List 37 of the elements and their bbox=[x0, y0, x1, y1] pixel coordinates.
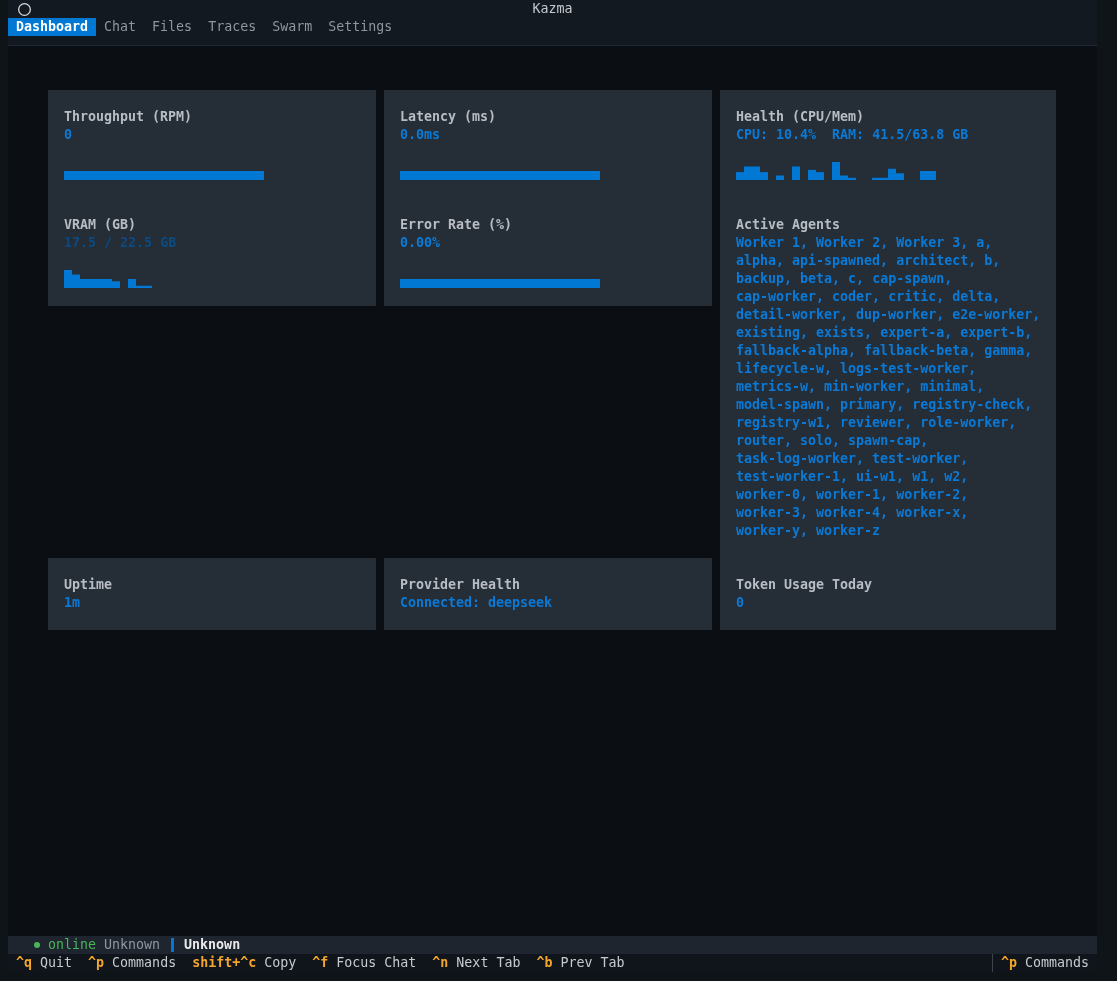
metric-value: 1m bbox=[64, 594, 81, 612]
status-label: Unknown bbox=[184, 936, 241, 954]
metric-label: Uptime bbox=[64, 576, 114, 594]
key-binding[interactable]: ^p Commands bbox=[80, 954, 185, 972]
window-title: Kazma bbox=[532, 0, 573, 18]
circle-icon[interactable] bbox=[18, 2, 31, 16]
metric-value: CPU: 10.4% RAM: 41.5/63.8 GB bbox=[736, 126, 970, 144]
key-binding[interactable]: ^n Next Tab bbox=[424, 954, 529, 972]
metric-value: 0.00% bbox=[400, 234, 442, 252]
metric-label: Error Rate (%) bbox=[400, 216, 514, 234]
metric-label: Active Agents bbox=[736, 216, 842, 234]
tab[interactable]: Dashboard bbox=[8, 18, 97, 36]
status-text: online bbox=[48, 936, 97, 954]
tab[interactable]: Chat bbox=[96, 18, 145, 36]
tab[interactable]: Traces bbox=[200, 18, 265, 36]
tab[interactable]: Settings bbox=[320, 18, 401, 36]
status-dot-icon bbox=[34, 942, 40, 948]
metric-label: Latency (ms) bbox=[400, 108, 498, 126]
metric-label: VRAM (GB) bbox=[64, 216, 138, 234]
metric-label: Throughput (RPM) bbox=[64, 108, 194, 126]
metric-value: Connected: deepseek bbox=[400, 594, 554, 612]
key-binding[interactable]: ^b Prev Tab bbox=[528, 954, 633, 972]
metric-value: 0 bbox=[736, 594, 745, 612]
metric-label: Provider Health bbox=[400, 576, 522, 594]
status-detail: Unknown bbox=[104, 936, 161, 954]
metric-value: Worker 1, Worker 2, Worker 3, a, alpha, api-spawned, architect, b, backup, beta, c, cap-spawn, cap-worker, coder, critic, delta, detail-worker, dup-worker, e2e-worker, existing, exists, expert-a, expert-b, fallback-alpha, fallback-beta, gamma, lifecycle-w, logs-test-worker, metrics-w, min-worker, minimal, model-spawn, primary, registry-check, registry-w1, reviewer, role-worker, router, solo, spawn-cap, task-log-worker, test-worker, test-worker-1, ui-w1, w1, w2, worker-0, worker-1, worker-2, worker-3, worker-4, worker-x, worker-y, worker-z bbox=[736, 234, 1042, 540]
key-binding[interactable]: ^f Focus Chat bbox=[304, 954, 425, 972]
metric-label: Token Usage Today bbox=[736, 576, 874, 594]
metric-value: 0.0ms bbox=[400, 126, 442, 144]
metric-value: 17.5 / 22.5 GB bbox=[64, 234, 178, 252]
key-binding[interactable]: shift+^c Copy bbox=[184, 954, 305, 972]
key-binding[interactable]: ^p Commands bbox=[992, 954, 1097, 972]
tab[interactable]: Swarm bbox=[264, 18, 321, 36]
metric-label: Health (CPU/Mem) bbox=[736, 108, 866, 126]
metric-value: 0 bbox=[64, 126, 73, 144]
tab[interactable]: Files bbox=[144, 18, 201, 36]
key-binding[interactable]: ^q Quit bbox=[8, 954, 81, 972]
